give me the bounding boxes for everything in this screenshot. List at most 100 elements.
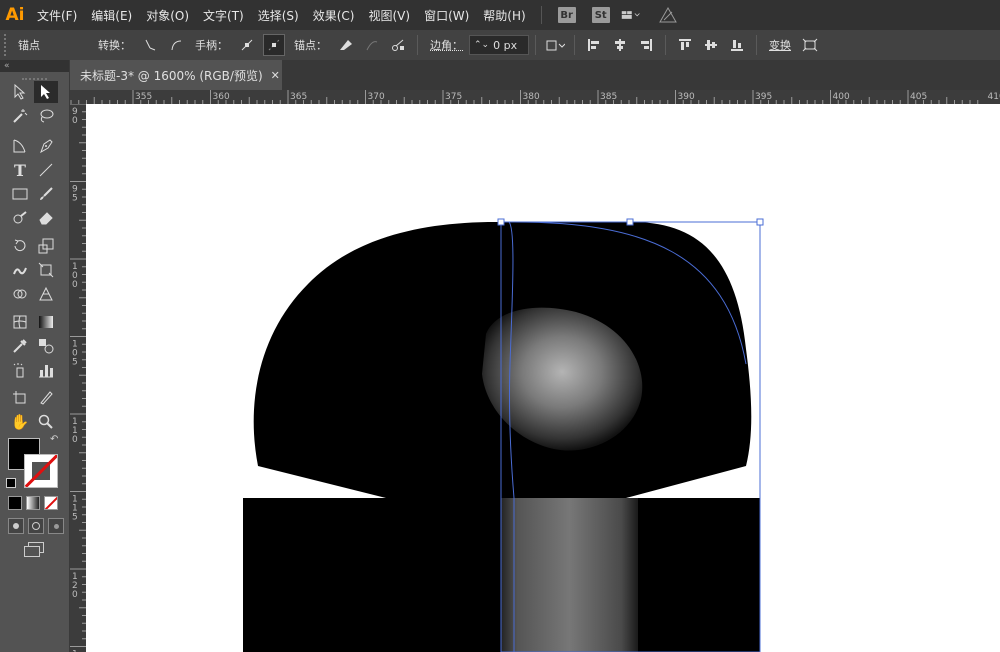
blob-brush-icon[interactable] <box>8 207 32 229</box>
stroke-swatch[interactable] <box>24 454 58 488</box>
ruler-label: 390 <box>678 92 695 102</box>
align-top-icon[interactable] <box>675 35 695 55</box>
default-colors-icon[interactable] <box>6 478 16 488</box>
convert-corner-icon[interactable] <box>140 35 160 55</box>
cut-path-icon[interactable] <box>388 35 408 55</box>
ruler-label: 0 <box>72 116 78 126</box>
menu-help[interactable]: 帮助(H) <box>476 7 532 24</box>
slice-icon[interactable] <box>34 387 58 409</box>
ruler-label: 395 <box>755 92 772 102</box>
show-handles-icon[interactable] <box>237 35 257 55</box>
handle-top-right[interactable] <box>756 218 764 226</box>
hide-handles-icon[interactable] <box>263 34 285 56</box>
handle-label: 手柄： <box>195 39 228 52</box>
ruler-label: 0 <box>72 590 78 600</box>
direct-select-icon[interactable] <box>8 81 32 103</box>
ruler-label: 0 <box>72 280 78 290</box>
control-divider <box>417 35 418 55</box>
align-vcenter-icon[interactable] <box>701 35 721 55</box>
selection-type-label: 锚点 <box>18 39 40 52</box>
curvature-icon[interactable] <box>8 135 32 157</box>
draw-inside-icon[interactable] <box>48 518 64 534</box>
document-tab-title: 未标题-3* @ 1600% (RGB/预览) <box>80 68 263 83</box>
align-hcenter-icon[interactable] <box>610 35 630 55</box>
menu-file[interactable]: 文件(F) <box>30 7 84 24</box>
document-tab-bar: 未标题-3* @ 1600% (RGB/预览) ✕ <box>70 60 1000 90</box>
rotate-icon[interactable] <box>8 235 32 257</box>
bridge-button[interactable]: Br <box>557 7 576 23</box>
perspective-icon[interactable] <box>34 283 58 305</box>
handle-top-left[interactable] <box>497 218 505 226</box>
menu-edit[interactable]: 编辑(E) <box>84 7 139 24</box>
scale-icon[interactable] <box>34 235 58 257</box>
zoom-icon[interactable] <box>34 411 58 433</box>
panel-collapse-icon[interactable]: « <box>0 60 69 72</box>
menu-select[interactable]: 选择(S) <box>251 7 306 24</box>
corner-radius-input[interactable]: ⌃⌄ 0 px <box>469 35 529 55</box>
symbol-sprayer-icon[interactable] <box>8 359 32 381</box>
line-icon[interactable] <box>34 159 58 181</box>
menu-view[interactable]: 视图(V) <box>361 7 417 24</box>
stepper-icon[interactable]: ⌃⌄ <box>474 40 489 50</box>
close-icon[interactable]: ✕ <box>271 69 280 82</box>
corner-radius-value: 0 px <box>493 38 518 52</box>
menu-type[interactable]: 文字(T) <box>196 7 251 24</box>
document-tab[interactable]: 未标题-3* @ 1600% (RGB/预览) ✕ <box>70 60 282 90</box>
rectangle-icon[interactable] <box>8 183 32 205</box>
paintbrush-icon[interactable] <box>34 183 58 205</box>
ruler-label: 355 <box>135 92 152 102</box>
remove-anchor-icon[interactable] <box>336 35 356 55</box>
blend-icon[interactable] <box>34 335 58 357</box>
transform-button[interactable]: 变换 <box>769 37 791 53</box>
eyedropper-icon[interactable] <box>8 335 32 357</box>
workspace-switcher-icon[interactable] <box>621 5 641 25</box>
hand-icon[interactable]: ✋ <box>8 411 32 433</box>
align-bottom-icon[interactable] <box>727 35 747 55</box>
swap-colors-icon[interactable]: ↶ <box>50 434 58 445</box>
menu-window[interactable]: 窗口(W) <box>417 7 476 24</box>
tools-panel: « T ✋ ↶ <box>0 60 70 652</box>
control-divider <box>574 35 575 55</box>
control-bar: 锚点 转换： 手柄： 锚点： 边角： ⌃⌄ 0 px 变换 <box>0 30 1000 61</box>
lasso-icon[interactable] <box>34 105 58 127</box>
stock-button[interactable]: St <box>591 7 610 23</box>
free-transform-icon[interactable] <box>34 259 58 281</box>
magic-wand-icon[interactable] <box>8 105 32 127</box>
align-left-icon[interactable] <box>584 35 604 55</box>
warp-icon[interactable] <box>8 259 32 281</box>
selection-icon[interactable] <box>34 81 58 103</box>
artboard-icon[interactable] <box>8 387 32 409</box>
none-mode-icon[interactable] <box>44 496 58 510</box>
column-graph-icon[interactable] <box>34 359 58 381</box>
shape-builder-icon[interactable] <box>8 283 32 305</box>
gradient-mode-icon[interactable] <box>26 496 40 510</box>
ruler-label: 375 <box>445 92 462 102</box>
connect-anchor-icon[interactable] <box>362 35 382 55</box>
ruler-label: 5 <box>72 513 78 523</box>
menu-effect[interactable]: 效果(C) <box>306 7 362 24</box>
screen-mode-icon[interactable] <box>24 542 44 557</box>
control-divider <box>665 35 666 55</box>
convert-smooth-icon[interactable] <box>166 35 186 55</box>
mesh-icon[interactable] <box>8 311 32 333</box>
draw-normal-icon[interactable] <box>8 518 24 534</box>
ruler-label: 405 <box>910 92 927 102</box>
pen-icon[interactable] <box>34 135 58 157</box>
color-mode-icon[interactable] <box>8 496 22 510</box>
menu-object[interactable]: 对象(O) <box>139 7 196 24</box>
align-right-icon[interactable] <box>636 35 656 55</box>
vertical-ruler[interactable]: 9095100105110115120125 <box>70 104 86 652</box>
align-to-icon[interactable] <box>545 35 565 55</box>
gpu-performance-icon[interactable] <box>658 5 678 25</box>
handle-top-middle[interactable] <box>626 218 634 226</box>
ruler-label: 5 <box>72 358 78 368</box>
ruler-label: 5 <box>72 194 78 204</box>
isolate-icon[interactable] <box>800 35 820 55</box>
eraser-icon[interactable] <box>34 207 58 229</box>
gradient-icon[interactable] <box>34 311 58 333</box>
artboard-canvas[interactable] <box>86 104 1000 652</box>
draw-behind-icon[interactable] <box>28 518 44 534</box>
horizontal-ruler[interactable]: 355 360 365 370 375 380 385 390 395 400 405 410 <box>70 90 1000 104</box>
stem-gradient[interactable] <box>501 498 638 652</box>
type-icon[interactable]: T <box>8 159 32 181</box>
